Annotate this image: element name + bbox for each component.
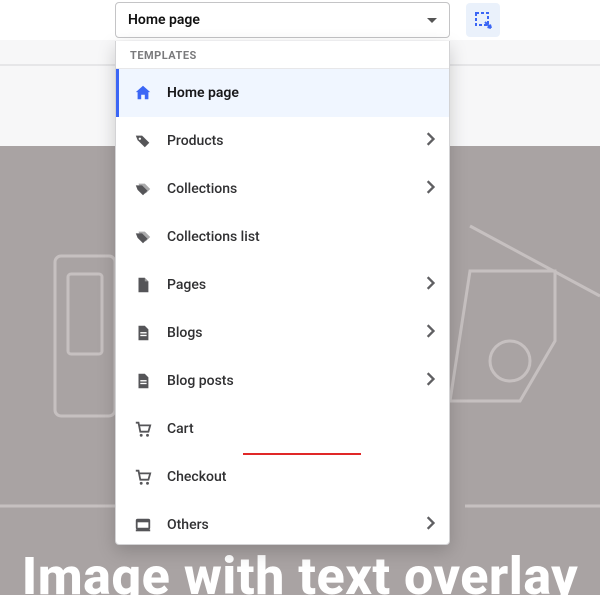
others-icon (133, 515, 153, 535)
collections-icon (133, 179, 153, 199)
dropdown-item-label: Cart (167, 421, 435, 437)
blog-post-icon (133, 371, 153, 391)
dropdown-item-label: Blogs (167, 325, 425, 341)
dropdown-item-cart[interactable]: Cart (116, 405, 449, 453)
dropdown-item-label: Home page (167, 85, 435, 101)
dropdown-item-home-page[interactable]: Home page (116, 69, 449, 117)
chevron-right-icon (425, 372, 435, 390)
dropdown-item-checkout[interactable]: Checkout (116, 453, 449, 501)
dropdown-item-label: Blog posts (167, 373, 425, 389)
collections-list-icon (133, 227, 153, 247)
dropdown-item-collections[interactable]: Collections (116, 165, 449, 213)
cart-icon (133, 419, 153, 439)
dropdown-item-label: Collections list (167, 229, 435, 245)
hero-title: Image with text overlay (0, 546, 600, 595)
dropdown-list[interactable]: Home page Products Collections Collections … (116, 69, 449, 544)
blog-icon (133, 323, 153, 343)
chevron-right-icon (425, 180, 435, 198)
dropdown-item-collections-list[interactable]: Collections list (116, 213, 449, 261)
template-select-label: Home page (128, 12, 200, 28)
chevron-right-icon (425, 516, 435, 534)
dropdown-item-products[interactable]: Products (116, 117, 449, 165)
dropdown-item-label: Others (167, 517, 425, 533)
dropdown-item-others[interactable]: Others (116, 501, 449, 544)
dropdown-item-label: Checkout (167, 469, 435, 485)
caret-down-icon (427, 18, 437, 23)
dropdown-item-blog-posts[interactable]: Blog posts (116, 357, 449, 405)
dropdown-item-pages[interactable]: Pages (116, 261, 449, 309)
dropdown-header: TEMPLATES (116, 41, 449, 69)
template-dropdown: TEMPLATES Home page Products Collections Co… (115, 41, 450, 545)
template-select[interactable]: Home page (115, 2, 450, 38)
tag-icon (133, 131, 153, 151)
hero-text-block: Image with text overlay Use overlay text… (0, 546, 600, 595)
topbar: Home page (0, 0, 600, 40)
section-picker-icon (473, 10, 493, 30)
dropdown-item-label: Pages (167, 277, 425, 293)
dropdown-item-label: Collections (167, 181, 425, 197)
dropdown-item-label: Products (167, 133, 425, 149)
chevron-right-icon (425, 132, 435, 150)
home-icon (133, 83, 153, 103)
chevron-right-icon (425, 276, 435, 294)
page-icon (133, 275, 153, 295)
chevron-right-icon (425, 324, 435, 342)
checkout-icon (133, 467, 153, 487)
section-picker-button[interactable] (466, 3, 500, 37)
dropdown-item-blogs[interactable]: Blogs (116, 309, 449, 357)
